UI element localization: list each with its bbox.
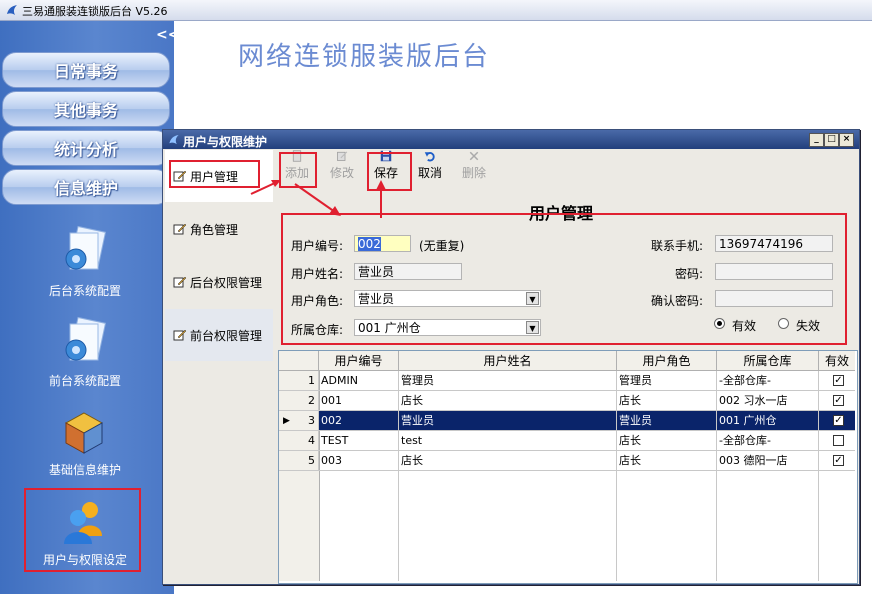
table-cell-id[interactable]: TEST — [319, 431, 399, 451]
table-cell-warehouse[interactable]: -全部仓库- — [717, 371, 819, 391]
edit-icon — [173, 329, 187, 341]
nav-menu-other[interactable]: 其他事务 — [2, 91, 170, 127]
table-cell-id[interactable]: 002 — [319, 411, 399, 431]
module-label-basic-info[interactable]: 基础信息维护 — [0, 461, 170, 478]
user-grid: 用户编号 用户姓名 用户角色 所属仓库 有效 1 ADMIN 管理员 管理员 -全部仓库… — [278, 350, 858, 584]
annotation-arrows — [250, 180, 386, 218]
tab-frontend-permission[interactable]: 前台权限管理 — [165, 309, 273, 361]
nav-menu-stats[interactable]: 统计分析 — [2, 130, 170, 166]
user-permission-window: 用户与权限维护 _ □ × 用户管理 角色管理 后台权限管理 前台权限管理 添加… — [162, 129, 860, 585]
table-cell-valid: ✓ — [819, 391, 855, 411]
delete-button[interactable]: 删除 — [455, 150, 493, 184]
gear-doc-icon[interactable] — [58, 225, 110, 277]
delete-icon — [469, 151, 479, 161]
table-cell-warehouse[interactable]: 002 习水一店 — [717, 391, 819, 411]
window-title-bar: 用户与权限维护 _ □ × — [163, 130, 859, 149]
table-cell-role[interactable]: 管理员 — [617, 371, 717, 391]
table-row[interactable]: 2 001 店长 店长 002 习水一店 ✓ — [279, 391, 855, 411]
table-row[interactable]: ▶ 3 002 营业员 营业员 001 广州仓 ✓ — [279, 411, 855, 431]
edit-icon — [173, 276, 187, 288]
banner-title: 网络连锁服装版后台 — [238, 42, 491, 72]
module-label-backend-config[interactable]: 后台系统配置 — [0, 282, 170, 299]
column-header[interactable]: 所属仓库 — [717, 351, 819, 371]
table-cell-id[interactable]: 003 — [319, 451, 399, 471]
table-cell-id[interactable]: 001 — [319, 391, 399, 411]
table-cell-role[interactable]: 店长 — [617, 451, 717, 471]
app-title: 三易通服装连锁版后台 V5.26 — [22, 5, 168, 18]
table-cell-warehouse[interactable]: -全部仓库- — [717, 431, 819, 451]
cancel-button[interactable]: 取消 — [411, 150, 449, 184]
gear-doc-icon[interactable] — [58, 316, 110, 368]
table-row[interactable]: 1 ADMIN 管理员 管理员 -全部仓库- ✓ — [279, 371, 855, 391]
table-cell-role[interactable]: 营业员 — [617, 411, 717, 431]
table-cell-role[interactable]: 店长 — [617, 391, 717, 411]
table-cell-name[interactable]: 管理员 — [399, 371, 617, 391]
table-row[interactable]: 5 003 店长 店长 003 德阳一店 ✓ — [279, 451, 855, 471]
row-number: 5 — [279, 451, 319, 471]
row-number: ▶ 3 — [279, 411, 319, 431]
current-row-marker-icon: ▶ — [283, 416, 290, 426]
valid-checkbox[interactable]: ✓ — [833, 375, 844, 386]
nav-menu-daily[interactable]: 日常事务 — [2, 52, 170, 88]
highlight-box — [24, 488, 141, 572]
table-row[interactable]: 4 TEST test 店长 -全部仓库- — [279, 431, 855, 451]
app-logo-icon — [7, 5, 17, 15]
valid-checkbox[interactable]: ✓ — [833, 395, 844, 406]
valid-checkbox[interactable] — [833, 435, 844, 446]
column-header[interactable]: 用户姓名 — [399, 351, 617, 371]
table-cell-warehouse[interactable]: 001 广州仓 — [717, 411, 819, 431]
app-title-bar: 三易通服装连锁版后台 V5.26 — [0, 0, 872, 21]
table-cell-name[interactable]: 店长 — [399, 391, 617, 411]
left-nav: << 日常事务 其他事务 统计分析 信息维护 后台系统配置 前台系统配置 基础信… — [0, 21, 179, 594]
column-header[interactable]: 有效 — [819, 351, 855, 371]
tab-backend-permission[interactable]: 后台权限管理 — [165, 256, 273, 308]
table-cell-warehouse[interactable]: 003 德阳一店 — [717, 451, 819, 471]
grid-corner — [279, 351, 319, 371]
table-cell-name[interactable]: 店长 — [399, 451, 617, 471]
window-title: 用户与权限维护 — [183, 135, 268, 149]
column-header[interactable]: 用户编号 — [319, 351, 399, 371]
highlight-box — [281, 213, 847, 345]
column-header[interactable]: 用户角色 — [617, 351, 717, 371]
maximize-icon[interactable]: □ — [824, 133, 839, 147]
row-number: 1 — [279, 371, 319, 391]
undo-icon — [424, 152, 435, 162]
row-number: 4 — [279, 431, 319, 451]
table-cell-valid: ✓ — [819, 371, 855, 391]
row-number: 2 — [279, 391, 319, 411]
valid-checkbox[interactable]: ✓ — [833, 455, 844, 466]
table-cell-valid — [819, 431, 855, 451]
close-icon[interactable]: × — [839, 133, 854, 147]
edit-icon — [173, 223, 187, 235]
valid-checkbox[interactable]: ✓ — [833, 415, 844, 426]
table-cell-id[interactable]: ADMIN — [319, 371, 399, 391]
table-cell-valid: ✓ — [819, 451, 855, 471]
table-cell-role[interactable]: 店长 — [617, 431, 717, 451]
cubes-icon[interactable] — [58, 407, 110, 459]
module-label-frontend-config[interactable]: 前台系统配置 — [0, 372, 170, 389]
table-cell-name[interactable]: test — [399, 431, 617, 451]
window-logo-icon — [169, 134, 179, 145]
table-cell-valid: ✓ — [819, 411, 855, 431]
nav-menu-info[interactable]: 信息维护 — [2, 169, 170, 205]
table-cell-name[interactable]: 营业员 — [399, 411, 617, 431]
minimize-icon[interactable]: _ — [809, 133, 824, 147]
